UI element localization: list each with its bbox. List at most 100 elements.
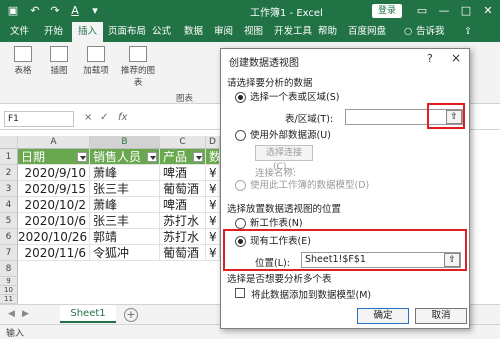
redo-icon[interactable]: ↷ <box>48 4 62 18</box>
tab-data[interactable]: 数据 <box>184 22 203 42</box>
table-cell[interactable]: 2020/10/26 <box>18 229 90 245</box>
ribbon-options-icon[interactable]: ▭ <box>412 2 432 20</box>
row-header[interactable]: 4 <box>0 197 18 213</box>
row-header[interactable]: 10 <box>0 286 18 295</box>
table-cell[interactable]: ¥ <box>206 181 220 197</box>
header-cell-salesperson[interactable]: 销售人员 <box>90 149 160 165</box>
header-cell-product-text: 产品 <box>163 150 188 164</box>
column-header-d[interactable]: D <box>206 136 220 149</box>
tab-view[interactable]: 视图 <box>244 22 263 42</box>
table-cell[interactable]: 2020/9/10 <box>18 165 90 181</box>
table-cell[interactable]: ¥ <box>206 229 220 245</box>
radio-button[interactable] <box>235 218 246 229</box>
radio-button[interactable] <box>235 92 246 103</box>
cancel-button[interactable]: 取消 <box>415 308 467 324</box>
cancel-icon[interactable]: × <box>84 112 92 123</box>
next-sheet-icon[interactable]: ▶ <box>22 309 29 319</box>
table-cell[interactable]: 啤酒 <box>160 165 206 181</box>
column-header-a[interactable]: A <box>18 136 90 149</box>
fx-icon[interactable]: fx <box>118 112 127 123</box>
row-header[interactable]: 8 <box>0 261 18 277</box>
row-header[interactable]: 7 <box>0 245 18 261</box>
select-all-corner[interactable] <box>0 136 18 149</box>
table-cell[interactable]: 苏打水 <box>160 229 206 245</box>
ribbon-group-tables[interactable]: 表格 <box>8 46 38 76</box>
table-cell[interactable]: 张三丰 <box>90 181 160 197</box>
table-cell[interactable]: 啤酒 <box>160 197 206 213</box>
table-cell[interactable]: 葡萄酒 <box>160 181 206 197</box>
tab-help[interactable]: 帮助 <box>318 22 337 42</box>
filter-dropdown-icon[interactable] <box>193 152 203 162</box>
add-sheet-button[interactable]: + <box>124 308 138 322</box>
row-header[interactable]: 2 <box>0 165 18 181</box>
collapse-location-icon[interactable]: ⇧ <box>444 253 460 267</box>
collapse-range-icon[interactable]: ⇧ <box>446 110 462 124</box>
tab-formulas[interactable]: 公式 <box>152 22 171 42</box>
table-cell[interactable]: 2020/9/15 <box>18 181 90 197</box>
row-header[interactable]: 1 <box>0 149 18 165</box>
location-input[interactable]: Sheet1!$F$1 <box>301 252 461 268</box>
ribbon-group-illustrations[interactable]: 插图 <box>44 46 74 76</box>
dialog-close-icon[interactable]: × <box>451 51 461 65</box>
tab-page-layout[interactable]: 页面布局 <box>108 22 146 42</box>
radio-button[interactable] <box>235 130 246 141</box>
tab-insert[interactable]: 插入 <box>72 22 104 42</box>
table-cell[interactable]: 2020/10/6 <box>18 213 90 229</box>
share-icon[interactable]: ⇪ <box>464 22 472 42</box>
worksheet-grid[interactable]: A B C D 1 2 3 4 5 6 7 8 9 10 11 日期 销售人员 … <box>0 136 220 304</box>
ribbon-recommended-charts[interactable]: 推荐的图表 <box>118 46 158 88</box>
ribbon-group-addins[interactable]: 加载项 <box>80 46 112 76</box>
table-cell[interactable]: 葡萄酒 <box>160 245 206 261</box>
font-color-icon[interactable]: A <box>68 4 82 18</box>
table-cell[interactable]: 萧峰 <box>90 197 160 213</box>
ok-button[interactable]: 确定 <box>357 308 409 324</box>
sheet-tab-sheet1[interactable]: Sheet1 <box>60 305 116 323</box>
close-icon[interactable]: ✕ <box>478 2 498 20</box>
add-to-data-model-checkbox[interactable] <box>235 288 245 298</box>
save-icon[interactable]: ▣ <box>6 4 20 18</box>
row-header[interactable]: 3 <box>0 181 18 197</box>
radio-button[interactable] <box>235 236 246 247</box>
table-cell[interactable]: ¥ <box>206 197 220 213</box>
header-cell-date[interactable]: 日期 <box>18 149 90 165</box>
undo-icon[interactable]: ↶ <box>28 4 42 18</box>
name-box[interactable]: F1 <box>4 111 74 127</box>
table-cell[interactable]: 2020/10/2 <box>18 197 90 213</box>
maximize-icon[interactable]: □ <box>456 2 476 20</box>
help-icon[interactable]: ? <box>427 52 433 65</box>
table-cell[interactable]: 令狐冲 <box>90 245 160 261</box>
column-header-b[interactable]: B <box>90 136 160 149</box>
table-cell[interactable]: 苏打水 <box>160 213 206 229</box>
table-cell[interactable]: ¥ <box>206 245 220 261</box>
filter-dropdown-icon[interactable] <box>77 152 87 162</box>
tab-home[interactable]: 开始 <box>44 22 63 42</box>
prev-sheet-icon[interactable]: ◀ <box>8 309 15 319</box>
tab-tell-me[interactable]: 告诉我 <box>416 22 445 42</box>
tab-baidu-netdisk[interactable]: 百度网盘 <box>348 22 386 42</box>
tab-review[interactable]: 审阅 <box>214 22 233 42</box>
row-header[interactable]: 6 <box>0 229 18 245</box>
table-cell[interactable]: ¥ <box>206 213 220 229</box>
filter-dropdown-icon[interactable] <box>147 152 157 162</box>
connection-name-label: 连接名称: <box>255 168 297 179</box>
table-cell[interactable]: 郭靖 <box>90 229 160 245</box>
login-button[interactable]: 登录 <box>372 4 402 18</box>
header-cell-salesperson-text: 销售人员 <box>93 150 142 164</box>
row-header[interactable]: 9 <box>0 277 18 286</box>
column-header-c[interactable]: C <box>160 136 206 149</box>
header-cell-amount[interactable]: 数 <box>206 149 220 165</box>
tab-developer[interactable]: 开发工具 <box>274 22 312 42</box>
header-cell-product[interactable]: 产品 <box>160 149 206 165</box>
table-cell[interactable]: 2020/11/6 <box>18 245 90 261</box>
table-cell[interactable]: ¥ <box>206 165 220 181</box>
choose-connection-button[interactable]: 选择连接(C)... <box>255 145 313 172</box>
radio-button[interactable] <box>235 180 246 191</box>
minimize-icon[interactable]: — <box>434 2 454 20</box>
table-cell[interactable]: 萧峰 <box>90 165 160 181</box>
enter-icon[interactable]: ✓ <box>100 112 108 123</box>
customize-icon[interactable]: ▾ <box>88 4 102 18</box>
row-header[interactable]: 5 <box>0 213 18 229</box>
row-header[interactable]: 11 <box>0 295 18 304</box>
tab-file[interactable]: 文件 <box>10 22 29 42</box>
table-cell[interactable]: 张三丰 <box>90 213 160 229</box>
